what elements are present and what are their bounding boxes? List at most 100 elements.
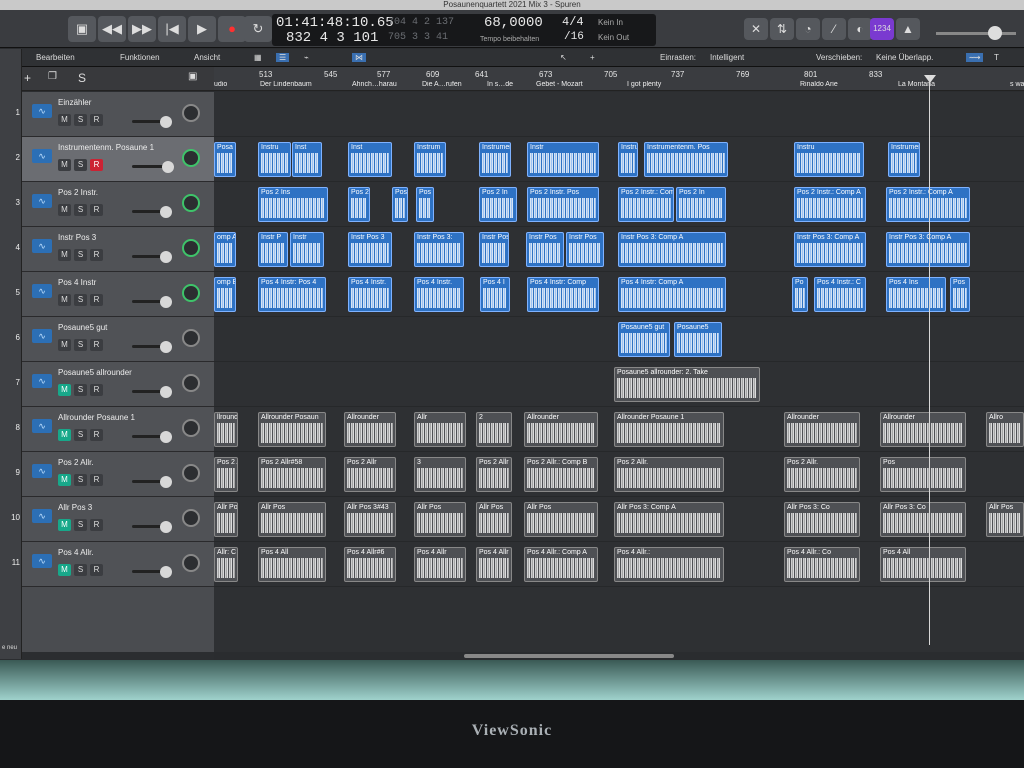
track-header-4[interactable]: 4 ∿ Instr Pos 3 MSR xyxy=(16,227,214,272)
menu-functions[interactable]: Funktionen xyxy=(120,53,160,62)
record-enable-button[interactable]: R xyxy=(90,114,103,126)
volume-knob[interactable] xyxy=(160,116,172,128)
audio-region[interactable]: Pos 4 Instr. xyxy=(414,277,464,312)
audio-region[interactable]: Instr xyxy=(527,142,599,177)
audio-region[interactable]: Pos 2 Allr.: Comp B xyxy=(524,457,598,492)
solo-button[interactable]: S xyxy=(74,384,87,396)
record-enable-button[interactable]: R xyxy=(90,294,103,306)
audio-region[interactable]: Pos 2 In xyxy=(676,187,726,222)
pan-knob[interactable] xyxy=(182,149,200,167)
marker-1[interactable]: Der Lindenbaum xyxy=(260,81,348,88)
rewind-button[interactable]: ◀◀ xyxy=(98,16,126,42)
pan-knob[interactable] xyxy=(182,239,200,257)
track-name[interactable]: Allr Pos 3 xyxy=(58,503,92,512)
record-enable-button[interactable]: R xyxy=(90,384,103,396)
audio-region[interactable]: Pos 2 Ins xyxy=(258,187,328,222)
volume-knob[interactable] xyxy=(160,476,172,488)
solo-button[interactable]: S xyxy=(74,339,87,351)
arrange-area[interactable]: Posa Instru Inst Inst Instrum Instrumentenm. … xyxy=(214,92,1024,652)
pan-knob[interactable] xyxy=(182,374,200,392)
audio-region[interactable]: llrounder P xyxy=(214,412,238,447)
audio-region[interactable]: Pos 4 I xyxy=(480,277,510,312)
list-view-icon[interactable]: ☰ xyxy=(276,53,290,62)
volume-knob[interactable] xyxy=(160,206,172,218)
audio-region[interactable]: Po xyxy=(792,277,808,312)
forward-button[interactable]: ▶▶ xyxy=(128,16,156,42)
horizontal-scrollbar[interactable] xyxy=(214,652,1024,660)
audio-region[interactable]: Instru xyxy=(258,142,291,177)
solo-button[interactable]: S xyxy=(74,294,87,306)
audio-region[interactable]: Allr Pos 3: Comp A xyxy=(614,502,724,537)
audio-region[interactable]: Allrounder xyxy=(344,412,396,447)
curve-tool-icon[interactable]: ⌁ xyxy=(304,53,309,62)
audio-region[interactable]: omp A xyxy=(214,232,236,267)
track-name[interactable]: Instrumentenm. Posaune 1 xyxy=(58,143,154,152)
audio-region[interactable]: Pos 2 In xyxy=(479,187,517,222)
mute-button[interactable]: M xyxy=(58,564,71,576)
mute-button[interactable]: M xyxy=(58,249,71,261)
track-name[interactable]: Pos 2 Instr. xyxy=(58,188,98,197)
mute-button[interactable]: M xyxy=(58,474,71,486)
audio-region[interactable]: Instr Pos 3: Comp A xyxy=(886,232,970,267)
audio-region[interactable]: Allr Pos xyxy=(476,502,512,537)
cycle-button[interactable]: ↻ xyxy=(244,16,272,42)
volume-knob[interactable] xyxy=(160,521,172,533)
header-options-icon[interactable]: ▣ xyxy=(188,71,197,82)
record-enable-button[interactable]: R xyxy=(90,519,103,531)
library-icon[interactable]: ▣ xyxy=(68,16,96,42)
master-volume-knob[interactable] xyxy=(988,26,1002,40)
marker-5[interactable]: Gebet - Mozart xyxy=(536,81,624,88)
text-tool-icon[interactable]: T xyxy=(994,53,999,62)
scrollbar-thumb[interactable] xyxy=(464,654,674,658)
menu-edit[interactable]: Bearbeiten xyxy=(36,53,75,62)
audio-region[interactable]: Pos 4 Allr xyxy=(414,547,466,582)
audio-region[interactable]: Instr Pos xyxy=(479,232,509,267)
marker-0[interactable]: udio xyxy=(214,81,254,88)
catch-icon[interactable]: ⋈ xyxy=(352,53,366,62)
audio-region[interactable]: Pos 2 Instr. Pos xyxy=(527,187,599,222)
track-header-1[interactable]: 1 ∿ Einzähler M S R xyxy=(16,92,214,137)
go-to-start-button[interactable]: |◀ xyxy=(158,16,186,42)
audio-region[interactable]: Posaune5 allrounder: 2. Take xyxy=(614,367,760,402)
audio-region[interactable]: Posaune5 xyxy=(674,322,722,357)
audio-region[interactable]: Allrounder xyxy=(524,412,598,447)
audio-region[interactable]: Allr Pos xyxy=(258,502,326,537)
audio-region[interactable]: Allr Pos 3: Co xyxy=(784,502,860,537)
audio-region[interactable]: Instr Pos 3: Comp A xyxy=(618,232,726,267)
audio-region[interactable]: Pos 2 Allr#56 xyxy=(214,457,238,492)
menu-view[interactable]: Ansicht xyxy=(194,53,220,62)
volume-knob[interactable] xyxy=(160,296,172,308)
record-enable-button[interactable]: R xyxy=(90,429,103,441)
audio-region[interactable]: Pos 4 All xyxy=(880,547,966,582)
audio-region[interactable]: Allr Pos xyxy=(414,502,466,537)
track-name[interactable]: Instr Pos 3 xyxy=(58,233,96,242)
audio-region[interactable]: Pos 2 Instr.: Com xyxy=(618,187,674,222)
add-tool-icon[interactable]: + xyxy=(590,53,595,62)
track-header-2[interactable]: 2 ∿ Instrumentenm. Posaune 1 MSR xyxy=(16,137,214,182)
marker-7[interactable]: Rinaldo Arie xyxy=(800,81,890,88)
audio-region[interactable]: Instr Pos 3: xyxy=(414,232,464,267)
audio-region[interactable]: Pos 4 Allr.: Co xyxy=(784,547,860,582)
pan-knob[interactable] xyxy=(182,284,200,302)
waveform-zoom-icon[interactable]: ⟿ xyxy=(966,53,984,62)
record-enable-button[interactable]: R xyxy=(90,204,103,216)
track-header-6[interactable]: 6 ∿ Posaune5 gut M S R xyxy=(16,317,214,362)
grid-view-icon[interactable]: ▦ xyxy=(254,53,262,62)
track-header-8[interactable]: 8 ∿ Allrounder Posaune 1 MSR xyxy=(16,407,214,452)
audio-region[interactable]: Allrounder Posaun xyxy=(258,412,326,447)
audio-region[interactable]: Pos xyxy=(416,187,434,222)
tuner-icon[interactable]: ⁄ xyxy=(822,18,846,40)
audio-region[interactable]: Allr Pos 3#43 xyxy=(344,502,396,537)
marker-9[interactable]: s war xyxy=(1010,81,1024,88)
marker-2[interactable]: Ähnch…harau xyxy=(352,81,414,88)
playhead-handle[interactable] xyxy=(924,75,936,83)
pan-knob[interactable] xyxy=(182,329,200,347)
audio-region[interactable]: Pos 4 Instr.: C xyxy=(814,277,866,312)
solo-button[interactable]: S xyxy=(74,249,87,261)
audio-region[interactable]: Instr Pos 3: Comp A xyxy=(794,232,866,267)
audio-region[interactable]: Instr Pos xyxy=(526,232,564,267)
solo-button[interactable]: S xyxy=(74,159,87,171)
audio-region[interactable]: Pos 4 Instr. xyxy=(348,277,392,312)
marker-4[interactable]: In s…de xyxy=(487,81,531,88)
audio-region[interactable]: Pos 2 Instr.: Comp A xyxy=(886,187,970,222)
